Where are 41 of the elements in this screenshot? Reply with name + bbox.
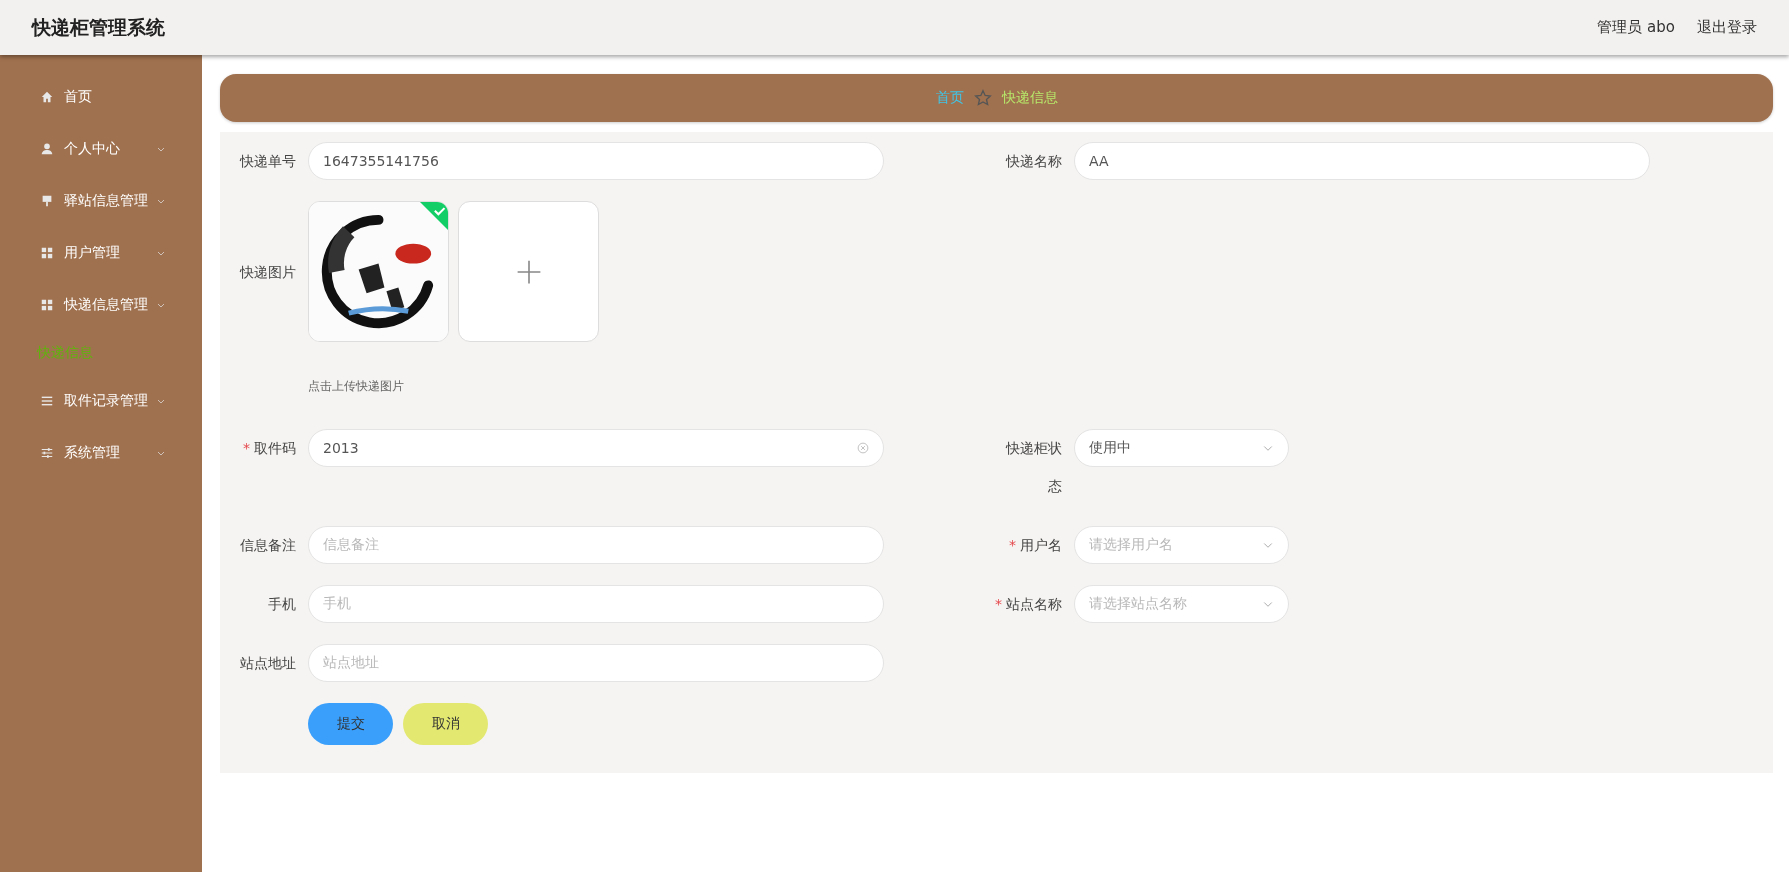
required-mark: * — [243, 440, 250, 456]
input-field[interactable]: 2013 — [308, 429, 884, 467]
field-label: 手机 — [268, 596, 296, 612]
sidebar-item[interactable]: 驿站信息管理 — [0, 175, 202, 227]
field-label: 信息备注 — [240, 537, 296, 553]
field-label: 快递单号 — [240, 153, 296, 169]
field-label: 站点地址 — [240, 655, 296, 671]
person-icon — [40, 142, 54, 156]
sidebar-item[interactable]: 首页 — [0, 71, 202, 123]
sidebar-item[interactable]: 快递信息管理 — [0, 279, 202, 331]
cancel-button[interactable]: 取消 — [403, 703, 488, 745]
required-mark: * — [995, 596, 1002, 612]
grid-icon — [40, 298, 54, 312]
sidebar-item[interactable]: 系统管理 — [0, 427, 202, 479]
star-icon — [973, 89, 992, 107]
stand-icon — [40, 194, 54, 208]
upload-button[interactable] — [458, 201, 599, 342]
logout-link[interactable]: 退出登录 — [1697, 18, 1757, 37]
field-label: 站点名称 — [1006, 596, 1062, 612]
field-label: 快递图片 — [240, 264, 296, 280]
user-name: 管理员 abo — [1597, 18, 1675, 37]
sliders-icon — [40, 446, 54, 460]
field-label: 快递名称 — [1006, 153, 1062, 169]
sidebar-item[interactable]: 用户管理 — [0, 227, 202, 279]
home-icon — [40, 90, 54, 104]
plus-icon — [515, 258, 542, 285]
list-icon — [40, 394, 54, 408]
field-label: 用户名 — [1020, 537, 1062, 553]
field-label: 快递柜状态 — [1006, 440, 1062, 494]
required-mark: * — [1009, 537, 1016, 553]
sidebar-item[interactable]: 个人中心 — [0, 123, 202, 175]
grid-icon — [40, 246, 54, 260]
breadcrumb-link[interactable]: 首页 — [935, 89, 964, 107]
submit-button[interactable]: 提交 — [308, 703, 393, 745]
sidebar-item[interactable]: 取件记录管理 — [0, 375, 202, 427]
upload-hint: 点击上传快递图片 — [308, 378, 405, 395]
input-field[interactable]: 1647355141756 — [308, 142, 884, 180]
field-label: 取件码 — [254, 440, 296, 456]
input-field[interactable]: AA — [1074, 142, 1650, 180]
app-title: 快递柜管理系统 — [32, 14, 166, 40]
select-field[interactable]: 使用中 — [1074, 429, 1289, 467]
